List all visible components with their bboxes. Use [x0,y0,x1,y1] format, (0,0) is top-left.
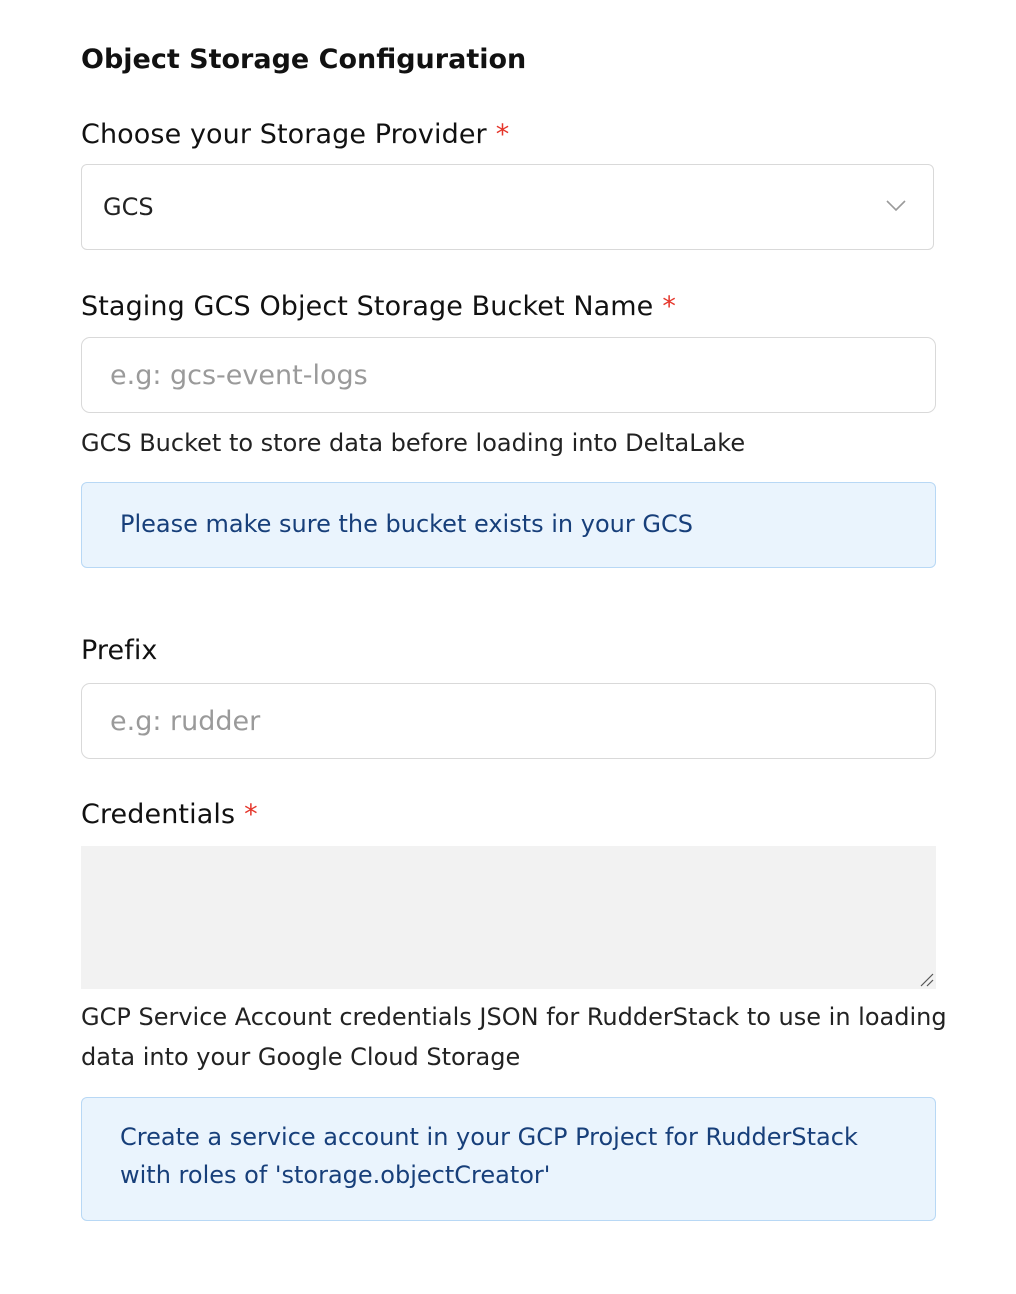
required-asterisk: * [244,799,258,830]
credentials-info-box: Create a service account in your GCP Pro… [81,1097,936,1221]
prefix-label-text: Prefix [81,635,158,666]
prefix-label: Prefix [81,631,158,671]
credentials-textarea[interactable] [81,846,936,989]
bucket-label-text: Staging GCS Object Storage Bucket Name [81,291,654,322]
chevron-down-icon [886,200,906,212]
provider-label-text: Choose your Storage Provider [81,119,487,150]
provider-label: Choose your Storage Provider * [81,115,509,155]
bucket-name-input[interactable] [81,337,936,413]
credentials-label-text: Credentials [81,799,236,830]
prefix-input[interactable] [81,683,936,759]
bucket-info-box: Please make sure the bucket exists in yo… [81,482,936,568]
credentials-textarea-wrapper [81,846,936,989]
credentials-label: Credentials * [81,795,258,835]
resize-handle-icon[interactable] [918,971,934,987]
bucket-help-text: GCS Bucket to store data before loading … [81,429,746,457]
required-asterisk: * [495,119,510,150]
section-title: Object Storage Configuration [81,44,527,75]
required-asterisk: * [662,291,676,322]
storage-provider-value: GCS [103,193,154,221]
credentials-info-text: Create a service account in your GCP Pro… [120,1123,858,1189]
storage-provider-select[interactable]: GCS [81,164,934,250]
credentials-help-text: GCP Service Account credentials JSON for… [81,1003,947,1071]
bucket-info-text: Please make sure the bucket exists in yo… [120,510,693,538]
bucket-label: Staging GCS Object Storage Bucket Name * [81,287,676,327]
